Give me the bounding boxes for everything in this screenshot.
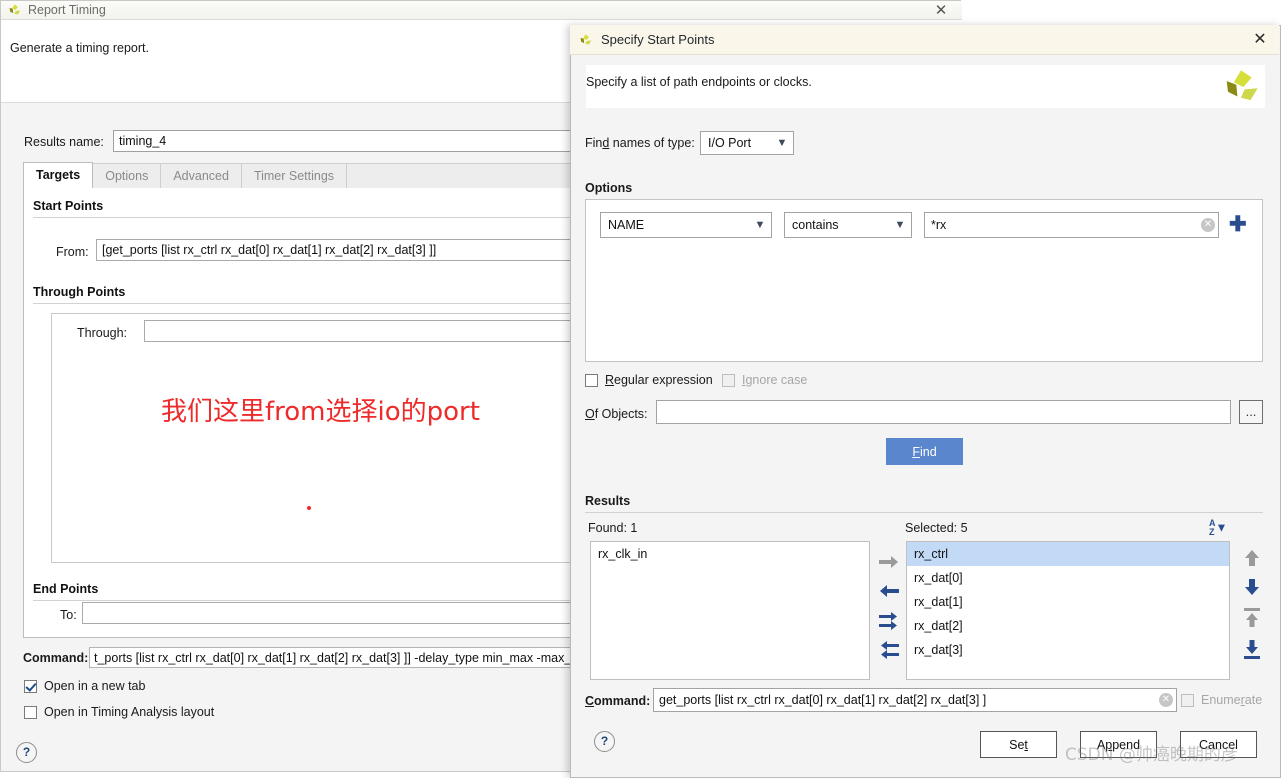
selected-listbox[interactable]: rx_ctrl rx_dat[0] rx_dat[1] rx_dat[2] rx… (906, 541, 1230, 680)
tab-options-label: Options (105, 169, 149, 183)
specify-help-button[interactable]: ? (594, 731, 615, 752)
find-button[interactable]: Find (886, 438, 963, 465)
watermark-text: CSDN @帅癌晚期的彦 (1065, 745, 1238, 765)
results-name-label: Results name: (24, 135, 104, 149)
regular-expression-checkbox-row[interactable]: Regular expression (585, 373, 713, 387)
set-button[interactable]: Set (980, 731, 1057, 758)
filter-property-value: NAME (608, 218, 645, 232)
move-all-left-arrow-icon[interactable] (876, 639, 902, 659)
open-timing-layout-checkbox-row[interactable]: Open in Timing Analysis layout (24, 705, 214, 719)
list-item[interactable]: rx_dat[0] (907, 566, 1229, 590)
specify-banner-text: Specify a list of path endpoints or cloc… (586, 75, 812, 89)
find-names-of-type-label: Find names of type: (585, 136, 695, 150)
chevron-down-icon: ▼ (776, 137, 788, 149)
options-section-title: Options (585, 181, 633, 195)
move-to-bottom-arrow-icon[interactable] (1240, 637, 1264, 661)
chevron-down-icon: ▼ (894, 219, 906, 231)
add-filter-button[interactable]: ✚ (1229, 214, 1247, 235)
results-section-title: Results (585, 494, 631, 508)
open-new-tab-checkbox[interactable] (24, 679, 37, 693)
specify-banner: Specify a list of path endpoints or cloc… (586, 65, 1265, 108)
move-to-top-arrow-icon[interactable] (1240, 606, 1264, 630)
to-label: To: (60, 608, 77, 622)
specify-title: Specify Start Points (601, 32, 715, 47)
filter-property-combo[interactable]: NAME ▼ (600, 212, 772, 238)
through-points-title: Through Points (33, 285, 126, 299)
reorder-buttons (1240, 548, 1264, 673)
screen-root: Report Timing ✕ Generate a timing report… (0, 0, 1281, 778)
report-timing-titlebar: Report Timing ✕ (1, 1, 962, 20)
tab-advanced-label: Advanced (173, 169, 229, 183)
filter-operator-value: contains (792, 218, 839, 232)
tab-targets[interactable]: Targets (23, 162, 94, 188)
specify-close-icon[interactable]: ✕ (1249, 29, 1271, 51)
list-item[interactable]: rx_dat[3] (907, 638, 1229, 662)
specify-command-input[interactable] (653, 688, 1177, 712)
move-left-arrow-icon[interactable] (876, 581, 902, 601)
regular-expression-checkbox[interactable] (585, 373, 598, 387)
tab-targets-label: Targets (36, 168, 81, 182)
enumerate-label: Enumerate (1201, 693, 1263, 707)
list-item[interactable]: rx_dat[1] (907, 590, 1229, 614)
ignore-case-label: Ignore case (742, 373, 808, 387)
of-objects-label: Of Objects: (585, 407, 648, 421)
move-up-arrow-icon[interactable] (1240, 548, 1264, 568)
sort-az-icon[interactable]: AZ ▼ (1209, 519, 1233, 539)
clear-pattern-icon[interactable]: ✕ (1201, 218, 1215, 232)
annotation-dot (307, 506, 311, 510)
open-new-tab-checkbox-row[interactable]: Open in a new tab (24, 679, 145, 693)
list-item[interactable]: rx_clk_in (591, 542, 869, 566)
tab-timer-settings[interactable]: Timer Settings (240, 163, 348, 188)
tab-timer-settings-label: Timer Settings (253, 169, 335, 183)
enumerate-checkbox (1181, 693, 1194, 707)
find-names-type-value: I/O Port (708, 136, 752, 150)
selected-count-label: Selected: 5 (905, 521, 968, 535)
specify-titlebar: Specify Start Points ✕ (570, 25, 1279, 55)
open-new-tab-label: Open in a new tab (44, 679, 146, 693)
ignore-case-checkbox (722, 373, 735, 387)
annotation-text: 我们这里from选择io的port (161, 397, 480, 427)
move-right-arrow-icon[interactable] (876, 552, 902, 572)
report-timing-command-label: Command: (23, 651, 89, 665)
report-timing-close-icon[interactable]: ✕ (930, 1, 952, 20)
start-points-title: Start Points (33, 199, 104, 213)
through-label: Through: (77, 326, 128, 340)
transfer-buttons (876, 552, 902, 667)
ignore-case-checkbox-row: Ignore case (722, 373, 807, 387)
chevron-down-icon: ▼ (754, 219, 766, 231)
list-item[interactable]: rx_ctrl (907, 542, 1229, 566)
of-objects-input[interactable] (656, 400, 1231, 424)
results-rule (585, 512, 1263, 513)
found-listbox[interactable]: rx_clk_in (590, 541, 870, 680)
of-objects-browse-button[interactable]: ... (1239, 400, 1263, 424)
move-down-arrow-icon[interactable] (1240, 577, 1264, 597)
vivado-logo-large-icon (1226, 70, 1258, 101)
from-label: From: (56, 245, 89, 259)
move-all-right-arrow-icon[interactable] (876, 610, 902, 630)
tab-advanced[interactable]: Advanced (160, 163, 242, 188)
vivado-logo-icon (580, 33, 592, 44)
enumerate-checkbox-row: Enumerate (1181, 693, 1262, 707)
open-timing-layout-label: Open in Timing Analysis layout (44, 705, 215, 719)
regular-expression-label: Regular expression (605, 373, 713, 387)
found-count-label: Found: 1 (588, 521, 638, 535)
report-timing-title: Report Timing (28, 3, 106, 17)
filter-operator-combo[interactable]: contains ▼ (784, 212, 912, 238)
report-timing-help-button[interactable]: ? (16, 742, 37, 763)
open-timing-layout-checkbox[interactable] (24, 705, 37, 719)
specify-command-label: Command: (585, 694, 651, 708)
vivado-logo-icon (9, 4, 21, 15)
clear-command-icon[interactable]: ✕ (1159, 693, 1173, 707)
find-names-type-combo[interactable]: I/O Port ▼ (700, 131, 794, 155)
end-points-title: End Points (33, 582, 99, 596)
tab-options[interactable]: Options (92, 163, 162, 188)
list-item[interactable]: rx_dat[2] (907, 614, 1229, 638)
filter-pattern-input[interactable] (924, 212, 1219, 238)
report-timing-description: Generate a timing report. (10, 41, 149, 55)
